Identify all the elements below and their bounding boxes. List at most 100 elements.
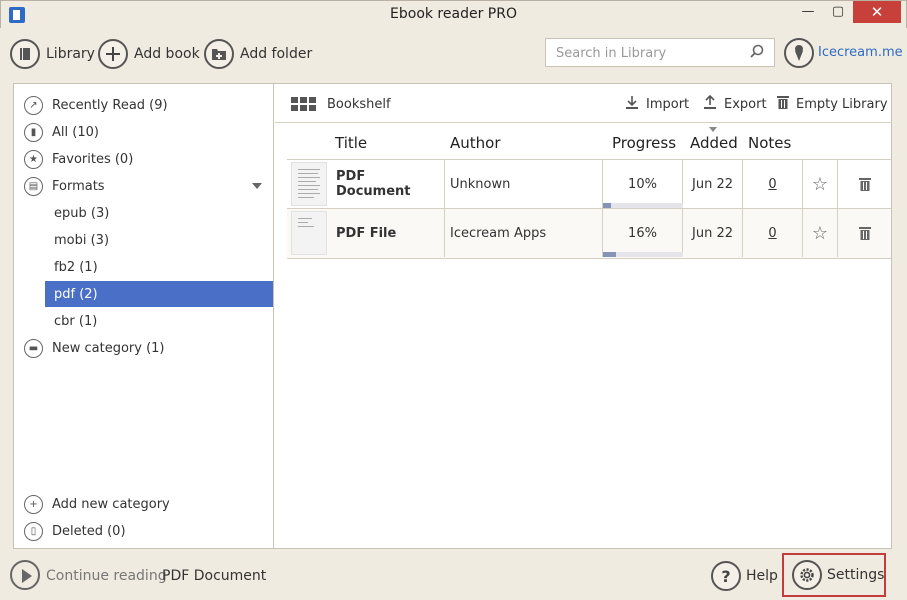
progress-fill <box>603 203 611 208</box>
book-thumbnail[interactable] <box>291 211 327 255</box>
book-title[interactable]: PDF Document <box>327 160 445 208</box>
table-row[interactable]: PDF Document Unknown 10% Jun 22 0 ☆ <box>287 159 891 209</box>
book-progress: 16% <box>603 209 683 257</box>
view-label[interactable]: Bookshelf <box>327 97 391 112</box>
book-notes[interactable]: 0 <box>743 160 803 208</box>
column-progress[interactable]: Progress <box>612 134 676 152</box>
help-button[interactable]: ? Help <box>711 561 778 591</box>
plus-icon: + <box>24 494 43 514</box>
table-row[interactable]: PDF File Icecream Apps 16% Jun 22 0 ☆ <box>287 209 891 259</box>
sidebar-item-formats[interactable]: ▤ Formats <box>24 173 272 199</box>
icecream-link[interactable]: Icecream.me <box>818 45 903 60</box>
sidebar-format-fb2[interactable]: fb2 (1) <box>45 254 273 280</box>
continue-reading-label[interactable]: Continue reading <box>46 568 167 584</box>
favorite-star-icon[interactable]: ☆ <box>803 209 838 257</box>
delete-icon[interactable] <box>838 209 891 257</box>
book-thumbnail[interactable] <box>291 162 327 206</box>
close-button[interactable]: ✕ <box>853 1 901 23</box>
book-title[interactable]: PDF File <box>327 209 445 257</box>
sidebar-item-favorites[interactable]: ★ Favorites (0) <box>24 146 272 172</box>
export-button[interactable]: Export <box>703 94 767 113</box>
file-icon: ▤ <box>24 176 43 196</box>
sidebar-item-label: All (10) <box>52 124 99 140</box>
add-category-button[interactable]: + Add new category <box>24 491 272 517</box>
sort-arrow-icon <box>709 127 717 132</box>
column-notes[interactable]: Notes <box>748 134 791 152</box>
empty-library-button[interactable]: Empty Library <box>777 95 888 113</box>
maximize-button[interactable]: ▢ <box>823 1 853 23</box>
book-progress: 10% <box>603 160 683 208</box>
favorite-star-icon[interactable]: ☆ <box>803 160 838 208</box>
sidebar-item-label: Deleted (0) <box>52 523 126 539</box>
library-button[interactable]: Library <box>10 38 95 70</box>
sidebar-item-deleted[interactable]: ▯ Deleted (0) <box>24 518 272 544</box>
column-title[interactable]: Title <box>335 134 367 152</box>
add-folder-label: Add folder <box>240 46 313 62</box>
search-box[interactable] <box>545 38 775 67</box>
folder-icon: ▬ <box>24 338 43 358</box>
download-icon <box>625 95 639 113</box>
column-added[interactable]: Added <box>690 134 738 152</box>
sidebar-format-epub[interactable]: epub (3) <box>45 200 273 226</box>
search-input[interactable] <box>556 44 736 62</box>
sidebar-item-label: Favorites (0) <box>52 151 134 167</box>
library-content: Bookshelf Import Export Empty Library Ti… <box>275 84 891 548</box>
progress-fill <box>603 252 616 257</box>
import-button[interactable]: Import <box>625 95 689 113</box>
settings-label: Settings <box>827 567 885 583</box>
sidebar-item-recently-read[interactable]: ↗ Recently Read (9) <box>24 92 272 118</box>
column-author[interactable]: Author <box>450 134 501 152</box>
progress-text: 10% <box>628 176 657 192</box>
continue-reading-doc[interactable]: PDF Document <box>162 568 266 584</box>
add-book-button[interactable]: Add book <box>98 38 200 70</box>
trash-icon: ▯ <box>24 521 43 541</box>
main-panel: ↗ Recently Read (9) ▮ All (10) ★ Favorit… <box>13 83 892 549</box>
view-bar: Bookshelf Import Export Empty Library <box>275 84 891 123</box>
delete-icon[interactable] <box>838 160 891 208</box>
sidebar-item-label: Formats <box>52 178 105 194</box>
title-bar: Ebook reader PRO — ▢ ✕ <box>0 0 907 28</box>
book-author: Unknown <box>445 160 603 208</box>
books-icon: ▮ <box>24 122 43 142</box>
folder-plus-icon <box>204 39 234 69</box>
sidebar-item-all[interactable]: ▮ All (10) <box>24 119 272 145</box>
sidebar-item-label: New category (1) <box>52 340 165 356</box>
book-added: Jun 22 <box>683 160 743 208</box>
chevron-down-icon[interactable] <box>252 183 262 189</box>
book-notes[interactable]: 0 <box>743 209 803 257</box>
notes-link[interactable]: 0 <box>768 226 776 241</box>
upload-icon <box>703 94 717 113</box>
add-book-label: Add book <box>134 46 200 62</box>
icecream-logo-icon[interactable] <box>784 38 814 68</box>
book-added: Jun 22 <box>683 209 743 257</box>
progress-bar <box>603 252 683 257</box>
settings-button[interactable]: Settings <box>782 553 886 597</box>
export-label: Export <box>724 96 767 112</box>
library-label: Library <box>46 46 95 62</box>
window-title: Ebook reader PRO <box>390 6 517 22</box>
grid-view-icon[interactable] <box>291 97 317 111</box>
book-icon <box>10 39 40 69</box>
sidebar-format-cbr[interactable]: cbr (1) <box>45 308 273 334</box>
plus-icon <box>98 39 128 69</box>
sidebar-format-mobi[interactable]: mobi (3) <box>45 227 273 253</box>
notes-link[interactable]: 0 <box>768 177 776 192</box>
search-icon[interactable] <box>750 44 764 62</box>
add-category-label: Add new category <box>52 496 170 512</box>
gear-icon <box>792 560 822 590</box>
sidebar-item-label: Recently Read (9) <box>52 97 168 113</box>
sidebar: ↗ Recently Read (9) ▮ All (10) ★ Favorit… <box>14 84 274 548</box>
help-label: Help <box>746 568 778 584</box>
sidebar-item-new-category[interactable]: ▬ New category (1) <box>24 335 272 361</box>
book-author: Icecream Apps <box>445 209 603 257</box>
progress-bar <box>603 203 683 208</box>
import-label: Import <box>646 96 690 112</box>
star-icon: ★ <box>24 149 43 169</box>
sidebar-format-pdf[interactable]: pdf (2) <box>45 281 273 307</box>
minimize-button[interactable]: — <box>793 1 823 23</box>
progress-text: 16% <box>628 225 657 241</box>
bottom-bar: Continue reading PDF Document ? Help Set… <box>0 551 907 600</box>
toolbar: Library Add book Add folder Icecream.me <box>0 28 907 80</box>
add-folder-button[interactable]: Add folder <box>204 38 312 70</box>
play-icon[interactable] <box>10 560 40 590</box>
